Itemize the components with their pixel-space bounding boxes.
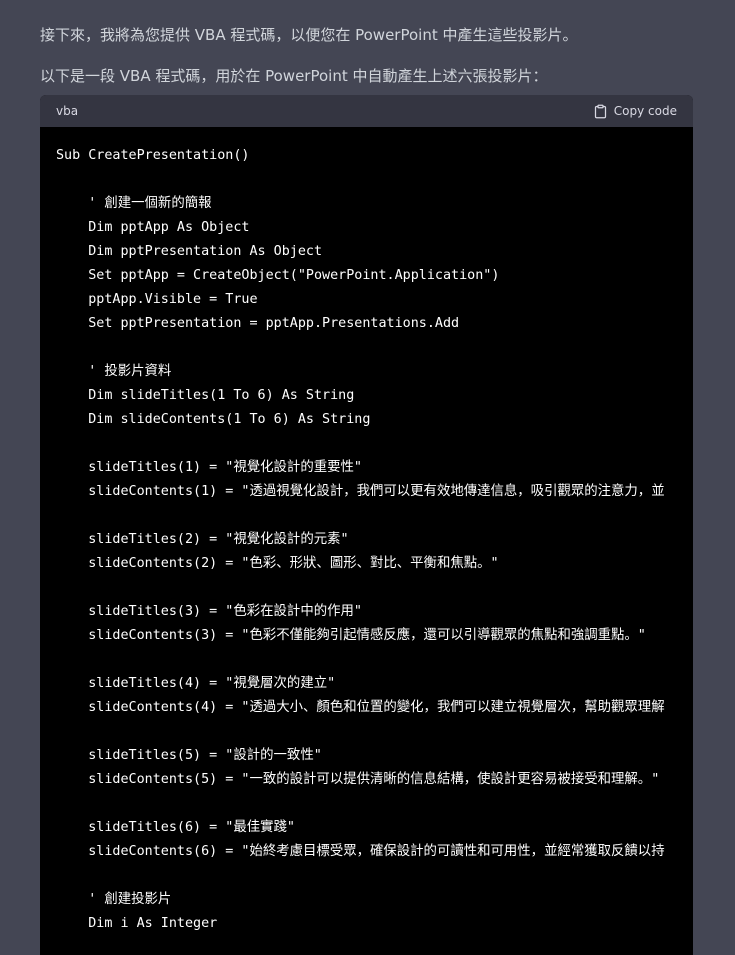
code-line: slideContents(6) = "始終考慮目標受眾，確保設計的可讀性和可用… <box>56 844 665 859</box>
code-line: Set pptPresentation = pptApp.Presentatio… <box>56 316 460 331</box>
copy-code-button[interactable]: Copy code <box>593 104 677 119</box>
code-line: Dim pptApp As Object <box>56 220 250 235</box>
code-line: slideTitles(2) = "視覺化設計的元素" <box>56 532 349 547</box>
code-line: slideContents(2) = "色彩、形狀、圖形、對比、平衡和焦點。" <box>56 556 499 571</box>
clipboard-icon <box>593 104 608 119</box>
code-content: Sub CreatePresentation() ' 創建一個新的簡報 Dim … <box>56 144 677 936</box>
code-line: slideTitles(6) = "最佳實踐" <box>56 820 295 835</box>
code-line: pptApp.Visible = True <box>56 292 258 307</box>
code-line: ' 創建投影片 <box>56 892 172 907</box>
assistant-paragraph-intro: 接下來，我將為您提供 VBA 程式碼，以便您在 PowerPoint 中產生這些… <box>40 26 578 44</box>
code-line: slideTitles(4) = "視覺層次的建立" <box>56 676 336 691</box>
code-line: Dim pptPresentation As Object <box>56 244 323 259</box>
code-line: slideTitles(5) = "設計的一致性" <box>56 748 322 763</box>
code-language-label: vba <box>56 104 79 118</box>
code-block: vba Copy code Sub CreatePresentation() '… <box>40 95 693 955</box>
code-line: slideTitles(3) = "色彩在設計中的作用" <box>56 604 362 619</box>
code-line: slideTitles(1) = "視覺化設計的重要性" <box>56 460 362 475</box>
code-line: ' 創建一個新的簡報 <box>56 196 212 211</box>
code-line: Sub CreatePresentation() <box>56 148 250 163</box>
code-line: slideContents(1) = "透過視覺化設計，我們可以更有效地傳達信息… <box>56 484 665 499</box>
assistant-paragraph-lead: 以下是一段 VBA 程式碼，用於在 PowerPoint 中自動產生上述六張投影… <box>40 67 548 85</box>
code-body: Sub CreatePresentation() ' 創建一個新的簡報 Dim … <box>40 127 693 936</box>
code-line: ' 投影片資料 <box>56 364 172 379</box>
code-line: slideContents(5) = "一致的設計可以提供清晰的信息結構，使設計… <box>56 772 660 787</box>
code-line: slideContents(3) = "色彩不僅能夠引起情感反應，還可以引導觀眾… <box>56 628 646 643</box>
code-line: Dim slideTitles(1 To 6) As String <box>56 388 355 403</box>
code-line: slideContents(4) = "透過大小、顏色和位置的變化，我們可以建立… <box>56 700 665 715</box>
code-line: Dim i As Integer <box>56 916 218 931</box>
code-line: Set pptApp = CreateObject("PowerPoint.Ap… <box>56 268 500 283</box>
code-line: Dim slideContents(1 To 6) As String <box>56 412 371 427</box>
copy-code-label: Copy code <box>613 104 677 118</box>
code-block-header: vba Copy code <box>40 95 693 127</box>
